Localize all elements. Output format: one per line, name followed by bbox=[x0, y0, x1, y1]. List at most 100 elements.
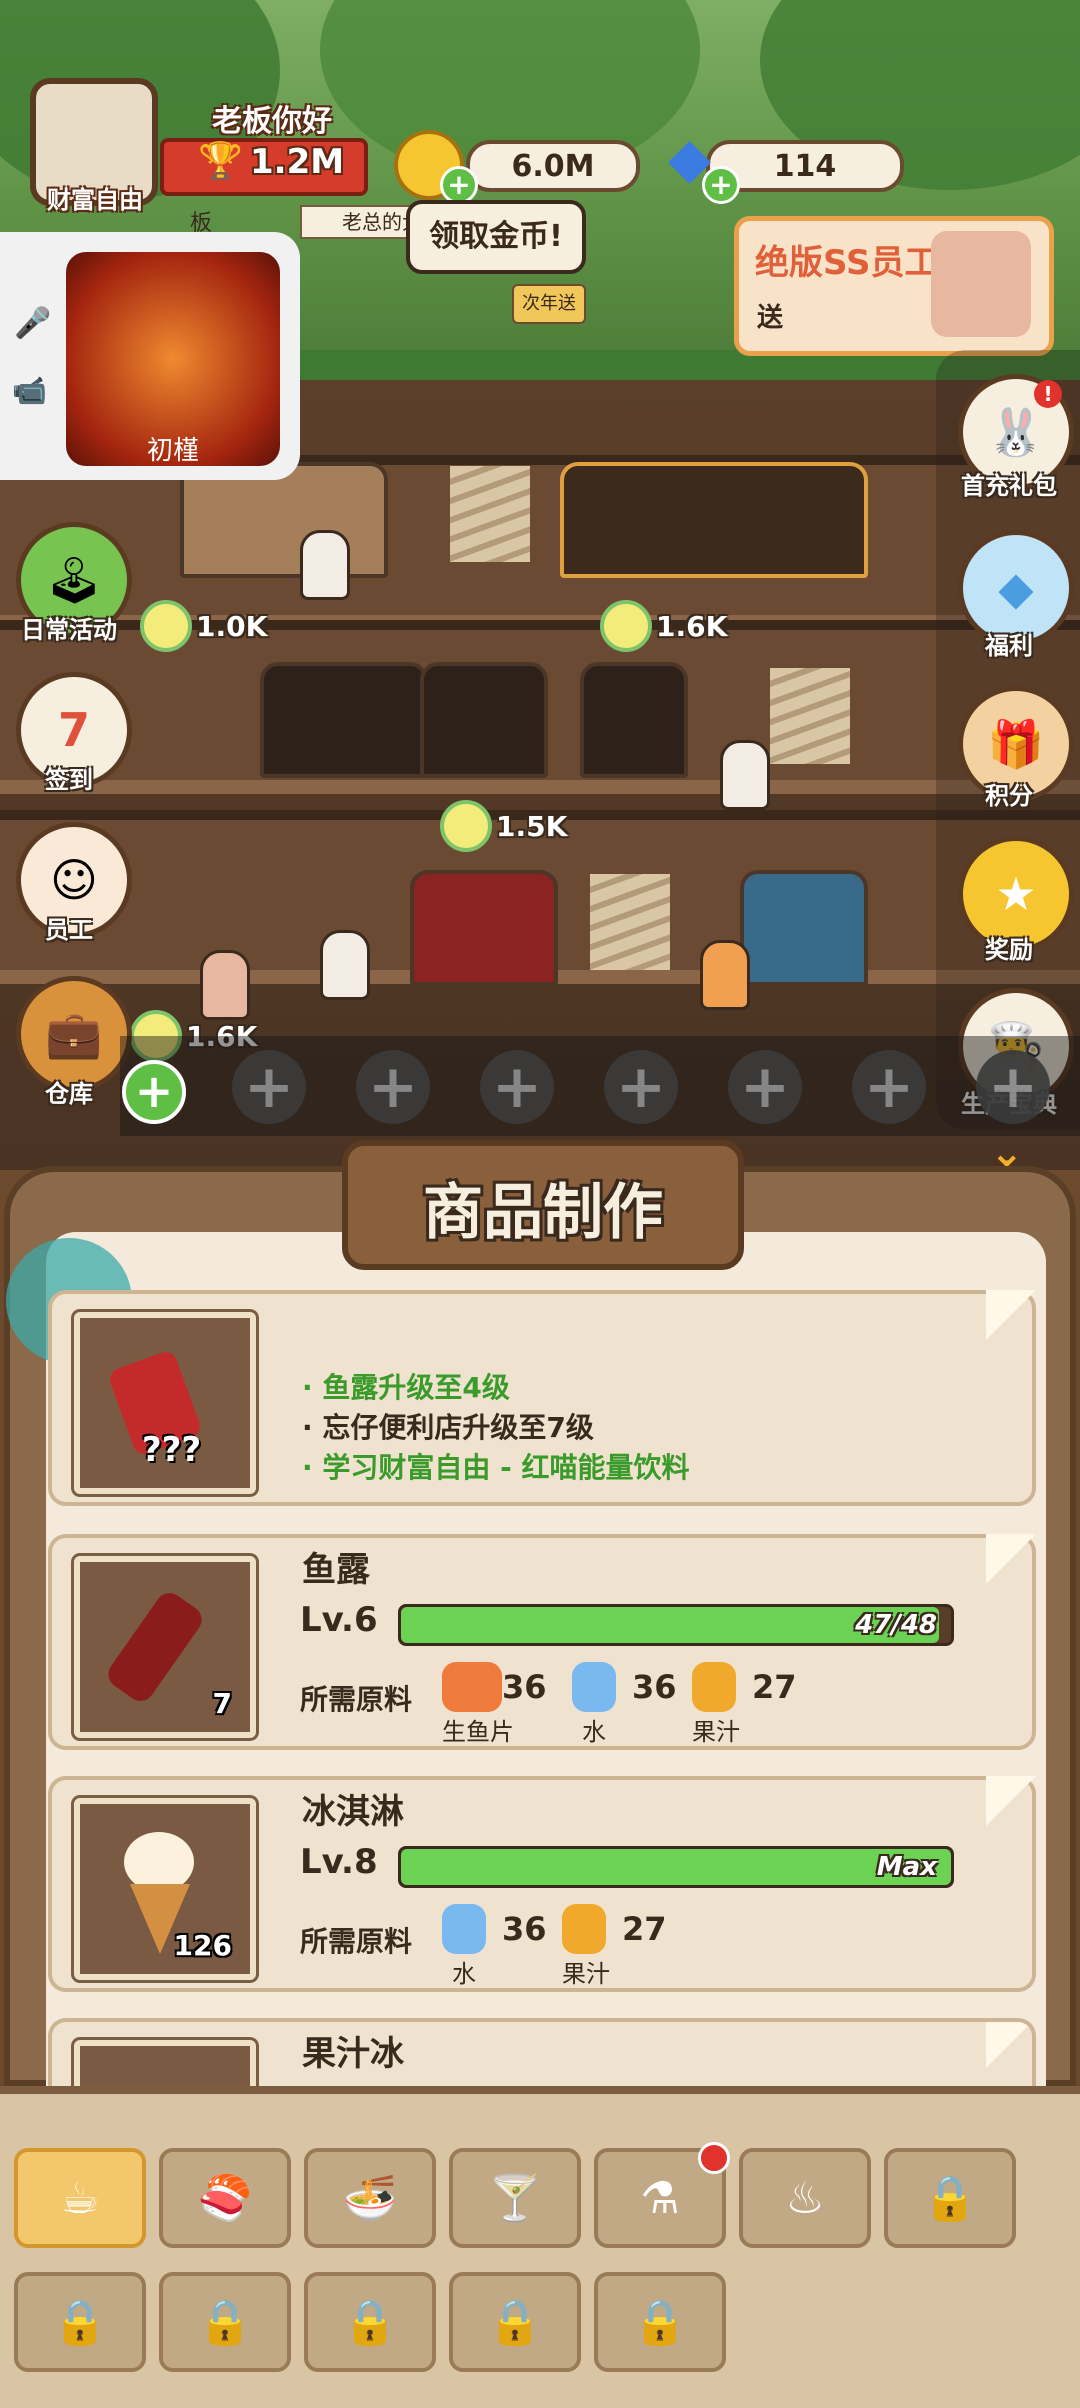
unlock-condition-1: · 鱼露升级至4级 bbox=[302, 1371, 510, 1404]
lock-icon: 🔒 bbox=[487, 2297, 543, 2348]
product-thumb: 126 bbox=[71, 1795, 259, 1983]
locked-item-thumb: ??? bbox=[71, 1309, 259, 1497]
lock-icon: 🔒 bbox=[632, 2297, 688, 2348]
cocktail-icon: 🍸 bbox=[487, 2173, 543, 2224]
add-slot-button[interactable]: + bbox=[122, 1060, 186, 1124]
product-card-fish-sauce[interactable]: 7 鱼露 Lv.6 47/48 所需原料 36 生鱼片 36 水 27 果汁 bbox=[48, 1534, 1036, 1750]
category-tab-flask[interactable]: ⚗ bbox=[594, 2142, 730, 2248]
ice-cream-cone-icon bbox=[124, 1832, 194, 1892]
suitcase-icon: 💼 bbox=[45, 1006, 103, 1061]
product-name: 冰淇淋 bbox=[302, 1792, 404, 1832]
category-tab-cocktail[interactable]: 🍸 bbox=[449, 2148, 581, 2248]
empty-slot-plus-icon[interactable]: + bbox=[852, 1050, 926, 1124]
mystery-marks: ??? bbox=[142, 1430, 202, 1470]
game-console-icon: 🕹 bbox=[44, 552, 104, 607]
locked-item-card[interactable]: ??? · 鱼露升级至4级 · 忘仔便利店升级至7级 · 学习财富自由 - 红喵… bbox=[48, 1290, 1036, 1506]
coin-counter[interactable]: 6.0M bbox=[466, 140, 640, 192]
empty-slot-plus-icon[interactable]: + bbox=[728, 1050, 802, 1124]
trophy-icon: 🏆 bbox=[198, 141, 243, 182]
collapse-chevron-icon[interactable]: ⌄ bbox=[990, 1130, 1024, 1170]
juice-box-icon bbox=[562, 1904, 606, 1954]
empty-slot-plus-icon[interactable]: + bbox=[976, 1050, 1050, 1124]
production-bubble[interactable]: 1.0K bbox=[140, 600, 267, 652]
video-camera-icon[interactable]: 📹 bbox=[12, 374, 47, 407]
coin-value: 6.0M bbox=[511, 148, 595, 184]
noodle-bowl-icon: 🍜 bbox=[342, 2173, 398, 2224]
material-salmon: 36 生鱼片 bbox=[442, 1656, 572, 1746]
category-tab-noodle-bowl[interactable]: 🍜 bbox=[304, 2148, 436, 2248]
card-fold bbox=[986, 2022, 1032, 2068]
grill-icon: ♨ bbox=[785, 2172, 825, 2224]
category-tab-lock[interactable]: 🔒 bbox=[304, 2272, 436, 2372]
product-level: Lv.8 bbox=[300, 1842, 378, 1882]
lock-icon: 🔒 bbox=[197, 2297, 253, 2348]
category-tab-lock[interactable]: 🔒 bbox=[159, 2272, 291, 2372]
category-tab-sushi[interactable]: 🍣 bbox=[159, 2148, 291, 2248]
claim-coins-button[interactable]: 领取金币! bbox=[406, 200, 586, 274]
materials-label: 所需原料 bbox=[300, 1925, 413, 1958]
gift-bunny-icon: 🐰 bbox=[987, 404, 1045, 459]
production-amount: 1.6K bbox=[656, 609, 728, 643]
material-qty: 27 bbox=[622, 1910, 667, 1948]
production-bubble[interactable]: 1.6K bbox=[600, 600, 727, 652]
empty-slot-plus-icon[interactable]: + bbox=[232, 1050, 306, 1124]
mic-icon[interactable]: 🎤 bbox=[14, 306, 51, 341]
game-scene[interactable]: 1.0K 1.6K 1.5K 1.6K 老总的大订 板 次年送 财富自由 老板你… bbox=[0, 0, 1080, 1170]
flask-icon: ⚗ bbox=[640, 2172, 680, 2224]
gem-value: 114 bbox=[773, 148, 837, 184]
material-juice: 27 果汁 bbox=[692, 1656, 822, 1746]
diamond-pile-icon: ◆ bbox=[998, 561, 1034, 615]
salmon-icon bbox=[442, 1662, 502, 1712]
product-card-ice-cream[interactable]: 126 冰淇淋 Lv.8 Max 所需原料 36 水 27 果汁 bbox=[48, 1776, 1036, 1992]
sushi-icon: 🍣 bbox=[197, 2173, 253, 2224]
lightbulb-icon bbox=[440, 800, 492, 852]
greeting-text: 老板你好 bbox=[212, 104, 332, 139]
unlock-condition-2: · 忘仔便利店升级至7级 bbox=[302, 1411, 594, 1444]
category-tab-lock[interactable]: 🔒 bbox=[14, 2272, 146, 2372]
panel-title: 商品制作 bbox=[423, 1178, 663, 1248]
coffee-cup-icon: ☕ bbox=[60, 2172, 100, 2224]
juice-box-icon bbox=[692, 1662, 736, 1712]
product-card-juice-ice[interactable]: 果汁冰 bbox=[48, 2018, 1036, 2092]
category-tab-lock[interactable]: 🔒 bbox=[884, 2148, 1016, 2248]
product-name: 鱼露 bbox=[302, 1550, 370, 1590]
category-tab-lock[interactable]: 🔒 bbox=[594, 2272, 726, 2372]
empty-slot-plus-icon[interactable]: + bbox=[480, 1050, 554, 1124]
daily-activity-label: 日常活动 bbox=[21, 616, 117, 644]
panel-title-plaque: 商品制作 bbox=[342, 1140, 744, 1270]
material-name: 果汁 bbox=[562, 1960, 610, 1988]
floating-video-window[interactable]: 🎤 📹 初槿 bbox=[0, 232, 300, 480]
lightbulb-icon bbox=[600, 600, 652, 652]
card-fold bbox=[986, 1776, 1036, 1826]
ss-staff-banner[interactable]: 绝版SS员工 送 bbox=[734, 216, 1054, 356]
material-name: 水 bbox=[452, 1960, 476, 1988]
banner-title: 绝版SS员工 bbox=[755, 243, 939, 283]
category-tab-coffee-cup[interactable]: ☕ bbox=[14, 2148, 146, 2248]
product-thumb bbox=[71, 2037, 259, 2092]
add-gems-button[interactable]: + bbox=[702, 166, 740, 204]
level-progress-fill bbox=[401, 1849, 951, 1885]
add-coins-button[interactable]: + bbox=[440, 166, 478, 204]
nurse-cat-icon bbox=[931, 231, 1031, 337]
lock-icon: 🔒 bbox=[342, 2297, 398, 2348]
progress-text: Max bbox=[876, 1852, 937, 1882]
water-bottle-icon bbox=[572, 1662, 616, 1712]
lightbulb-icon bbox=[140, 600, 192, 652]
category-tab-grill[interactable]: ♨ bbox=[739, 2148, 871, 2248]
level-progress-bar: Max bbox=[398, 1846, 954, 1888]
empty-slot-plus-icon[interactable]: + bbox=[356, 1050, 430, 1124]
production-amount: 1.5K bbox=[496, 809, 568, 843]
card-fold bbox=[986, 1290, 1036, 1340]
category-tab-lock[interactable]: 🔒 bbox=[449, 2272, 581, 2372]
empty-slot-plus-icon[interactable]: + bbox=[604, 1050, 678, 1124]
fish-sauce-bottle-icon bbox=[102, 1587, 208, 1707]
production-bubble[interactable]: 1.5K bbox=[440, 800, 567, 852]
product-level: Lv.6 bbox=[300, 1600, 378, 1640]
material-juice: 27 果汁 bbox=[562, 1898, 692, 1988]
lock-icon: 🔒 bbox=[922, 2173, 978, 2224]
reward-label: 奖励 bbox=[985, 936, 1033, 964]
material-qty: 36 bbox=[502, 1910, 547, 1948]
water-bottle-icon bbox=[442, 1904, 486, 1954]
shop-sign: 次年送 bbox=[512, 284, 586, 324]
material-name: 生鱼片 bbox=[442, 1718, 514, 1746]
